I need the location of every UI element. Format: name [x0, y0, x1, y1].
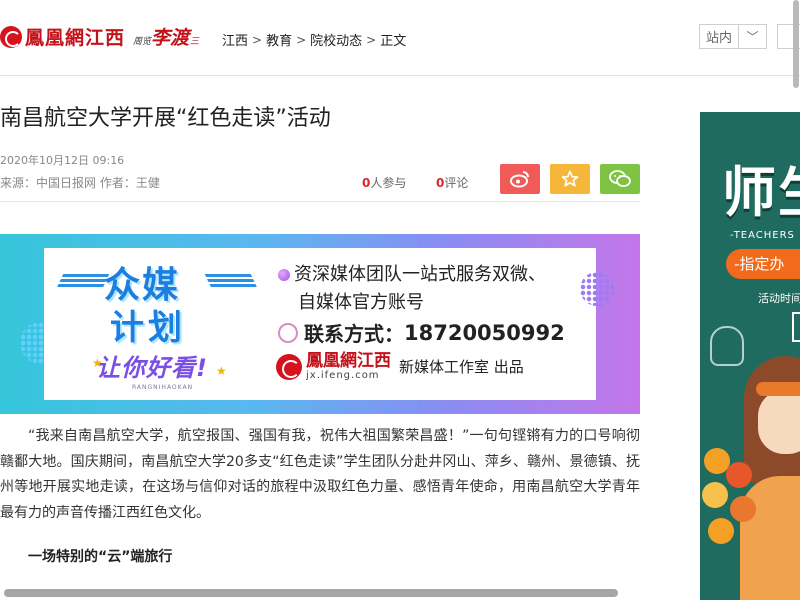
vertical-scrollbar[interactable]	[792, 0, 800, 90]
wing-left-decoration	[56, 274, 110, 288]
chevron-down-icon[interactable]: ﹀	[738, 25, 766, 48]
side-ad-english: -TEACHERS	[730, 230, 795, 241]
side-advertisement[interactable]: 师生 -TEACHERS -指定办 活动时间	[700, 112, 800, 600]
partner-logo-suffix: 三	[190, 37, 200, 47]
article-paragraph: “我来自南昌航空大学，航空报国、强国有我，祝伟大祖国繁荣昌盛！”一句句铿锵有力的…	[0, 428, 640, 521]
site-logo[interactable]: 鳳凰網江西 周览李渡三	[0, 23, 199, 50]
breadcrumb-separator: >	[252, 32, 263, 47]
article-date: 2020年10月12日 09:16	[0, 154, 125, 167]
phoenix-logo-icon	[0, 25, 22, 48]
search-scope-label: 站内	[705, 31, 732, 46]
site-header: 鳳凰網江西 周览李渡三 江西 > 教育 > 院校动态 > 正文 站内 ﹀	[0, 0, 800, 76]
participants-count[interactable]: 0人参与	[362, 174, 406, 191]
contact-icon	[278, 322, 298, 343]
illustration-headband	[756, 382, 800, 396]
breadcrumb: 江西 > 教育 > 院校动态 > 正文	[222, 30, 407, 50]
flower-icon	[730, 496, 756, 522]
horizontal-scrollbar-thumb[interactable]	[4, 589, 618, 597]
comments-link[interactable]: 0评论	[436, 174, 468, 191]
partner-logo-prefix: 周览	[133, 37, 152, 47]
wechat-share-button[interactable]	[600, 164, 640, 194]
bullet-dot-icon	[278, 269, 290, 281]
wechat-icon	[609, 170, 631, 187]
contact-number: 18720050992	[404, 320, 565, 345]
banner-panel: 众媒 计划 ★ 让你好看! ★ RANGNIHAOKAN 资深媒体团队一站式服务…	[44, 248, 596, 400]
banner-studio-text: 新媒体工作室 出品	[399, 358, 524, 376]
article-title: 南昌航空大学开展“红色走读”活动	[0, 106, 331, 131]
phoenix-logo-icon	[276, 353, 302, 380]
flower-icon	[726, 462, 752, 488]
banner-brand: 鳳凰網江西 jx.ifeng.com	[306, 352, 391, 381]
star-icon: ★	[216, 364, 227, 378]
participants-label: 人参与	[370, 176, 407, 190]
breadcrumb-school-news[interactable]: 院校动态	[310, 30, 362, 49]
search-scope-select[interactable]: 站内 ﹀	[699, 24, 767, 49]
side-ad-pill: -指定办	[726, 249, 800, 279]
media-plan-banner[interactable]: 众媒 计划 ★ 让你好看! ★ RANGNIHAOKAN 资深媒体团队一站式服务…	[0, 234, 640, 414]
banner-brand-name: 鳳凰網江西	[306, 351, 391, 371]
star-icon	[561, 170, 579, 187]
decorative-dots	[580, 272, 614, 306]
wing-right-decoration	[204, 274, 258, 288]
partner-logo-main: 李渡	[151, 27, 190, 49]
banner-brand-url: jx.ifeng.com	[306, 370, 380, 381]
horizontal-scrollbar[interactable]	[0, 588, 620, 598]
banner-service-line1: 资深媒体团队一站式服务双微、	[278, 260, 546, 286]
breadcrumb-separator: >	[296, 32, 307, 47]
banner-badge: 众媒 计划 ★ 让你好看! ★ RANGNIHAOKAN	[56, 252, 258, 392]
banner-service-line2: 自媒体官方账号	[298, 292, 424, 313]
breadcrumb-separator: >	[366, 32, 377, 47]
weibo-share-button[interactable]	[500, 164, 540, 194]
banner-title-line2: 计划	[110, 308, 186, 348]
flower-icon	[702, 482, 728, 508]
logo-text: 鳳凰網江西	[25, 27, 126, 49]
article-source: 来源：中国日报网 作者：王健	[0, 176, 160, 190]
flowers-illustration	[700, 438, 770, 558]
side-ad-time: 活动时间	[758, 292, 800, 305]
banner-footer: 鳳凰網江西 jx.ifeng.com 新媒体工作室 出品	[276, 352, 524, 381]
weibo-icon	[510, 171, 529, 188]
banner-slogan: 让你好看!	[96, 354, 208, 382]
qzone-share-button[interactable]	[550, 164, 590, 194]
banner-slogan-pinyin: RANGNIHAOKAN	[132, 384, 194, 391]
vertical-scrollbar-thumb[interactable]	[793, 0, 799, 88]
banner-contact: 联系方式： 18720050992	[278, 318, 565, 347]
article-subheading: 一场特别的“云”端旅行	[28, 549, 173, 565]
breadcrumb-current: 正文	[380, 34, 407, 49]
side-ad-headline: 师生	[722, 161, 800, 224]
partner-logo[interactable]: 周览李渡三	[133, 23, 199, 50]
breadcrumb-jiangxi[interactable]: 江西	[222, 30, 248, 49]
comments-label: 评论	[444, 176, 469, 190]
contact-label: 联系方式：	[304, 322, 404, 346]
banner-service-text1: 资深媒体团队一站式服务双微、	[294, 264, 546, 285]
divider	[0, 201, 640, 202]
breadcrumb-education[interactable]: 教育	[266, 30, 292, 49]
side-ad-box-decoration	[792, 312, 800, 342]
flower-icon	[708, 518, 734, 544]
